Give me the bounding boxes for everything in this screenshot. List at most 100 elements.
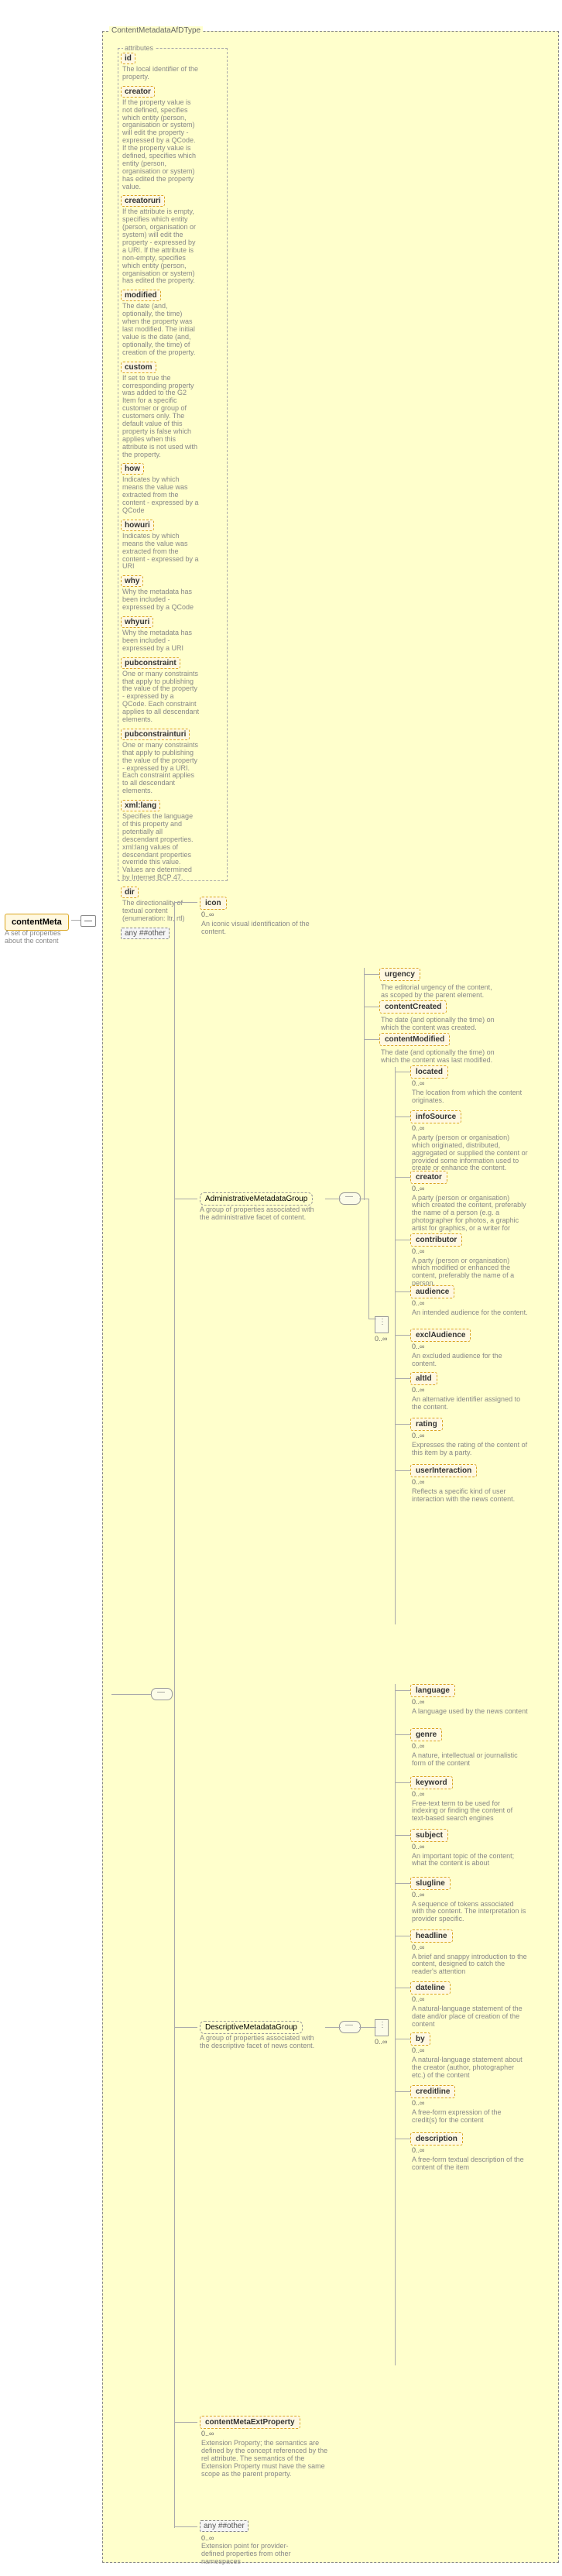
cardinality: 0..∞ [412,1124,424,1132]
attr-desc: One or many constraints that apply to pu… [122,742,200,795]
attr-name: modified [121,290,161,301]
attribute-creator: creatorIf the property value is not defi… [121,86,224,191]
cardinality: 0..∞ [412,1891,424,1899]
elem-name: creditline [410,2085,455,2098]
element-urgency: urgencyThe editorial urgency of the cont… [379,968,511,1000]
element-description: description0..∞A free-form textual descr… [410,2132,542,2172]
choice-icon [375,2019,389,2036]
attr-desc: If the attribute is empty, specifies whi… [122,208,200,285]
attr-name: whyuri [121,616,153,628]
sequence-icon [339,2021,361,2033]
element-desc: A sequence of tokens associated with the… [412,1901,528,1924]
cardinality: 0..∞ [201,2430,214,2437]
attr-desc: Why the metadata has been included - exp… [122,588,200,612]
element-desc: Extension Property; the semantics are de… [201,2440,333,2478]
elem-name: language [410,1684,455,1697]
element-desc: The date (and optionally the time) on wh… [381,1049,497,1065]
attr-desc: Why the metadata has been included - exp… [122,629,200,653]
elem-name: infoSource [410,1110,461,1123]
cardinality: 0..∞ [412,2046,424,2054]
cardinality: 0..∞ [201,911,214,918]
choice-icon [375,1316,389,1333]
element-audience: audience0..∞An intended audience for the… [410,1285,542,1317]
elem-name: subject [410,1829,448,1842]
element-desc: A natural-language statement about the c… [412,2056,528,2080]
attribute-pubconstrainturi: pubconstrainturiOne or many constraints … [121,729,224,795]
attr-desc: Indicates by which means the value was e… [122,476,200,514]
cardinality: 0..∞ [412,1478,424,1486]
attr-name: why [121,575,143,587]
element-any-other: any ##other 0..∞ Extension point for pro… [200,2520,355,2566]
connector [395,1067,396,1624]
admin-group: AdministrativeMetadataGroup [200,1192,313,1206]
element-desc: Expresses the rating of the content of t… [412,1442,528,1457]
element-desc: An intended audience for the content. [412,1309,528,1317]
cardinality: 0..∞ [412,1995,424,2003]
connector [395,1424,410,1425]
sequence-icon [339,1192,361,1205]
attr-desc: Specifies the language of this property … [122,813,200,882]
attributes-label: attributes [123,44,155,52]
attribute-id: idThe local identifier of the property. [121,53,224,81]
elem-name: contentModified [379,1033,450,1046]
element-desc: Extension point for provider-defined pro… [201,2543,310,2566]
desc-group-desc: A group of properties associated with th… [200,2035,324,2050]
element-by: by0..∞A natural-language statement about… [410,2032,542,2080]
connector [364,974,379,975]
elem-name: creator [410,1171,447,1184]
connector [395,1883,410,1884]
attr-desc: One or many constraints that apply to pu… [122,671,200,724]
elem-name: dateline [410,1981,451,1995]
cardinality: 0..∞ [201,2534,214,2542]
cardinality: 0..∞ [375,2038,387,2046]
cardinality: 0..∞ [412,2146,424,2154]
element-creditline: creditline0..∞A free-form expression of … [410,2085,542,2125]
elem-name: userInteraction [410,1464,477,1477]
attribute-pubconstraint: pubconstraintOne or many constraints tha… [121,657,224,724]
admin-group-desc: A group of properties associated with th… [200,1206,324,1222]
element-desc: The date (and optionally the time) on wh… [381,1017,497,1032]
attr-desc: The date (and, optionally, the time) whe… [122,303,200,356]
attr-name: id [121,53,135,64]
connector [395,1116,410,1117]
element-desc: An important topic of the content; what … [412,1853,528,1868]
element-desc: A party (person or organisation) which o… [412,1134,528,1172]
connector [325,2027,341,2028]
cardinality: 0..∞ [412,1185,424,1192]
element-desc: An excluded audience for the content. [412,1353,528,1368]
elem-name: description [410,2132,463,2146]
cardinality: 0..∞ [412,1843,424,1851]
attr-desc: The directionality of textual content (e… [122,900,200,923]
cardinality: 0..∞ [375,1335,387,1343]
attr-name: creatoruri [121,195,165,207]
element-exclAudience: exclAudience0..∞An excluded audience for… [410,1329,542,1368]
element-slugline: slugline0..∞A sequence of tokens associa… [410,1877,542,1924]
element-contentModified: contentModified The date (and optionally … [379,1033,511,1065]
connector [174,2526,197,2527]
element-desc: Reflects a specific kind of user interac… [412,1488,528,1504]
expand-node: — [81,915,96,927]
element-desc: An iconic visual identification of the c… [201,921,316,936]
connector [174,902,197,903]
connector [174,2027,197,2028]
type-name: ContentMetadataAfDType [109,26,203,35]
elem-name: rating [410,1418,443,1431]
attr-desc: Indicates by which means the value was e… [122,533,200,571]
connector [368,1199,369,1319]
attr-name: creator [121,86,155,98]
element-genre: genre0..∞A nature, intellectual or journ… [410,1728,542,1768]
element-located: located0..∞The location from which the c… [410,1065,542,1105]
elem-name: exclAudience [410,1329,471,1342]
attribute-why: whyWhy the metadata has been included - … [121,575,224,612]
attr-name: dir [121,887,139,898]
attr-desc: If set to true the corresponding propert… [122,375,200,459]
attribute-creatoruri: creatoruriIf the attribute is empty, spe… [121,195,224,285]
attribute-howuri: howuri Indicates by which means the value… [121,520,224,571]
element-infoSource: infoSource0..∞ A party (person or organis… [410,1110,542,1172]
connector [364,968,365,1200]
connector [395,1335,410,1336]
element-desc: The editorial urgency of the content, as… [381,984,497,1000]
connector [395,1470,410,1471]
connector [395,1734,410,1735]
attr-name: howuri [121,520,154,531]
